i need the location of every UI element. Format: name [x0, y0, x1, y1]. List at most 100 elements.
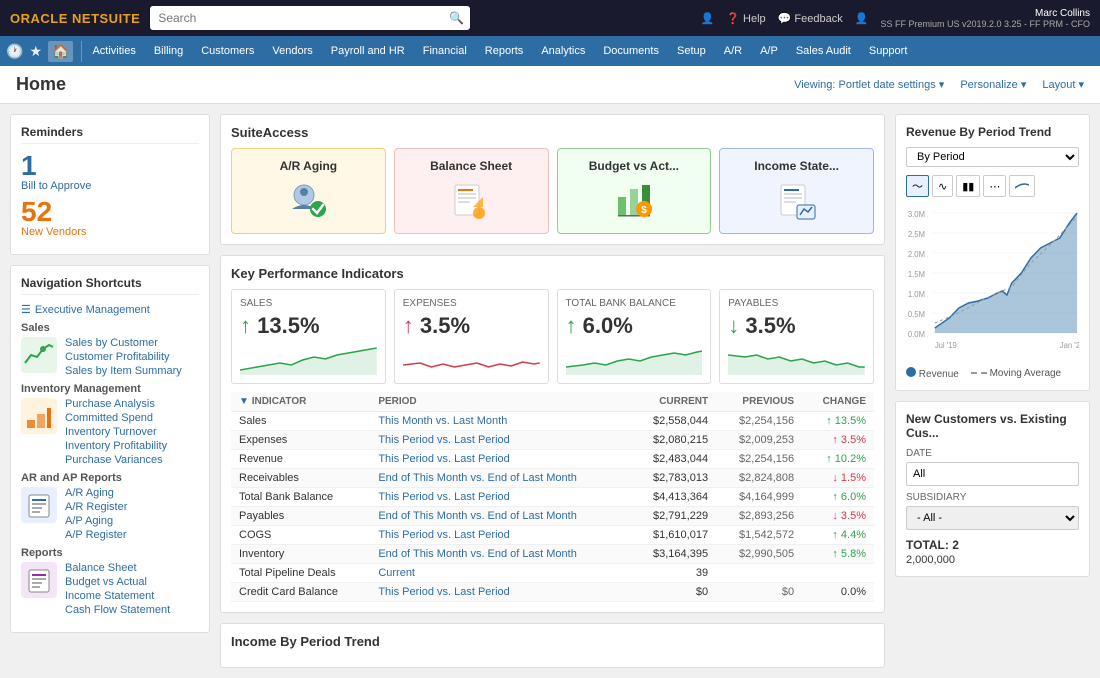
nav-billing[interactable]: Billing [146, 41, 191, 61]
topbar-help[interactable]: ❓ Help [726, 12, 765, 25]
nav-analytics[interactable]: Analytics [533, 41, 593, 61]
page-title: Home [16, 74, 66, 95]
nav-shortcuts-title: Navigation Shortcuts [21, 276, 199, 295]
kpi-bank-chart [566, 345, 703, 375]
suite-ar-aging[interactable]: A/R Aging [231, 148, 386, 234]
suite-ar-aging-label: A/R Aging [280, 159, 338, 173]
chart-btn-dot[interactable]: ⋯ [983, 175, 1006, 197]
user-name: Marc Collins [880, 8, 1090, 19]
viewing-portlet[interactable]: Viewing: Portlet date settings ▾ [794, 78, 944, 91]
nav-reports[interactable]: Reports [477, 41, 532, 61]
date-input[interactable] [906, 462, 1079, 486]
arap-link-2[interactable]: A/P Aging [65, 515, 127, 527]
chart-btn-wave[interactable]: ∿ [932, 175, 953, 197]
kpi-cell-previous: $2,254,156 [716, 412, 802, 431]
lines-icon: ☰ [21, 303, 31, 316]
reminder-label-2[interactable]: New Vendors [21, 226, 199, 238]
kpi-cell-change: ↑ 13.5% [802, 412, 874, 431]
sales-link-1[interactable]: Customer Profitability [65, 351, 182, 363]
nav-payroll[interactable]: Payroll and HR [323, 41, 413, 61]
kpi-cell-indicator: Total Pipeline Deals [231, 564, 370, 583]
kpi-cell-period[interactable]: End of This Month vs. End of Last Month [370, 507, 630, 526]
inventory-link-2[interactable]: Inventory Turnover [65, 426, 167, 438]
topbar-icon1[interactable]: 👤 [701, 12, 715, 25]
topbar-feedback[interactable]: 💬 Feedback [778, 12, 843, 25]
kpi-cell-period[interactable]: This Period vs. Last Period [370, 526, 630, 545]
kpi-th-indicator[interactable]: ▼ INDICATOR [231, 392, 370, 412]
kpi-row-7: Inventory End of This Month vs. End of L… [231, 545, 874, 564]
nav-ap[interactable]: A/P [752, 41, 786, 61]
kpi-cell-current: $2,791,229 [630, 507, 716, 526]
chart-btn-line[interactable]: 〜 [906, 175, 929, 197]
nav-financial[interactable]: Financial [415, 41, 475, 61]
reminder-label-1[interactable]: Bill to Approve [21, 180, 199, 192]
suite-income[interactable]: Income State... [719, 148, 874, 234]
income-trend-card: Income By Period Trend [220, 623, 885, 668]
layout-btn[interactable]: Layout ▾ [1042, 78, 1084, 91]
kpi-cell-indicator: Revenue [231, 450, 370, 469]
nav-documents[interactable]: Documents [595, 41, 667, 61]
kpi-cell-change: ↑ 3.5% [802, 431, 874, 450]
legend-ma-dash [971, 372, 987, 374]
arap-link-3[interactable]: A/P Register [65, 529, 127, 541]
kpi-th-change[interactable]: CHANGE [802, 392, 874, 412]
nav-customers[interactable]: Customers [193, 41, 262, 61]
nav-icon-home[interactable]: 🏠 [48, 41, 73, 62]
suite-balance-sheet[interactable]: Balance Sheet [394, 148, 549, 234]
suite-budget[interactable]: Budget vs Act... $ [557, 148, 712, 234]
nav-icon-star[interactable]: ★ [29, 43, 42, 60]
kpi-payables-chart [728, 345, 865, 375]
inventory-icon [21, 398, 57, 434]
reports-link-2[interactable]: Income Statement [65, 590, 170, 602]
kpi-th-current[interactable]: CURRENT [630, 392, 716, 412]
kpi-th-previous[interactable]: PREVIOUS [716, 392, 802, 412]
nav-icon-clock[interactable]: 🕐 [6, 43, 23, 60]
nav-activities[interactable]: Activities [84, 41, 143, 61]
reports-link-3[interactable]: Cash Flow Statement [65, 604, 170, 616]
reminder-block-2: 52 New Vendors [21, 198, 199, 238]
reports-link-0[interactable]: Balance Sheet [65, 562, 170, 574]
nav-support[interactable]: Support [861, 41, 916, 61]
total-val: TOTAL: 2 [906, 538, 959, 552]
reports-links: Balance Sheet Budget vs Actual Income St… [65, 562, 170, 616]
period-select[interactable]: By Period [906, 147, 1079, 167]
kpi-cell-period[interactable]: This Period vs. Last Period [370, 488, 630, 507]
chart-btn-bar[interactable]: ▮▮ [956, 175, 980, 197]
sales-link-2[interactable]: Sales by Item Summary [65, 365, 182, 377]
kpi-cell-indicator: Expenses [231, 431, 370, 450]
inventory-link-3[interactable]: Inventory Profitability [65, 440, 167, 452]
kpi-cell-period[interactable]: This Month vs. Last Month [370, 412, 630, 431]
arap-link-0[interactable]: A/R Aging [65, 487, 127, 499]
income-trend-title: Income By Period Trend [231, 634, 874, 649]
kpi-title: Key Performance Indicators [231, 266, 874, 281]
exec-mgmt-link[interactable]: ☰ Executive Management [21, 303, 199, 316]
kpi-cell-previous: $2,254,156 [716, 450, 802, 469]
inventory-link-0[interactable]: Purchase Analysis [65, 398, 167, 410]
kpi-expenses-label: EXPENSES [403, 298, 540, 309]
search-input[interactable] [150, 6, 470, 30]
arap-link-1[interactable]: A/R Register [65, 501, 127, 513]
kpi-cell-period[interactable]: End of This Month vs. End of Last Month [370, 469, 630, 488]
kpi-th-period[interactable]: PERIOD [370, 392, 630, 412]
sales-link-0[interactable]: Sales by Customer [65, 337, 182, 349]
kpi-cell-period[interactable]: Current [370, 564, 630, 583]
kpi-cell-period[interactable]: End of This Month vs. End of Last Month [370, 545, 630, 564]
nav-ar[interactable]: A/R [716, 41, 750, 61]
nav-vendors[interactable]: Vendors [264, 41, 320, 61]
reports-link-1[interactable]: Budget vs Actual [65, 576, 170, 588]
subsidiary-select[interactable]: - All - [906, 506, 1079, 530]
kpi-row-1: Expenses This Period vs. Last Period $2,… [231, 431, 874, 450]
personalize-btn[interactable]: Personalize ▾ [960, 78, 1026, 91]
inventory-link-4[interactable]: Purchase Variances [65, 454, 167, 466]
topbar-avatar[interactable]: 👤 [855, 12, 869, 25]
chart-btn-area[interactable] [1009, 175, 1035, 197]
kpi-cell-previous: $2,824,808 [716, 469, 802, 488]
inventory-link-1[interactable]: Committed Spend [65, 412, 167, 424]
kpi-cell-current: $2,080,215 [630, 431, 716, 450]
kpi-cell-period[interactable]: This Period vs. Last Period [370, 583, 630, 602]
suite-ar-aging-icon [286, 179, 330, 223]
nav-sales-audit[interactable]: Sales Audit [788, 41, 859, 61]
kpi-cell-period[interactable]: This Period vs. Last Period [370, 450, 630, 469]
nav-setup[interactable]: Setup [669, 41, 714, 61]
kpi-cell-period[interactable]: This Period vs. Last Period [370, 431, 630, 450]
